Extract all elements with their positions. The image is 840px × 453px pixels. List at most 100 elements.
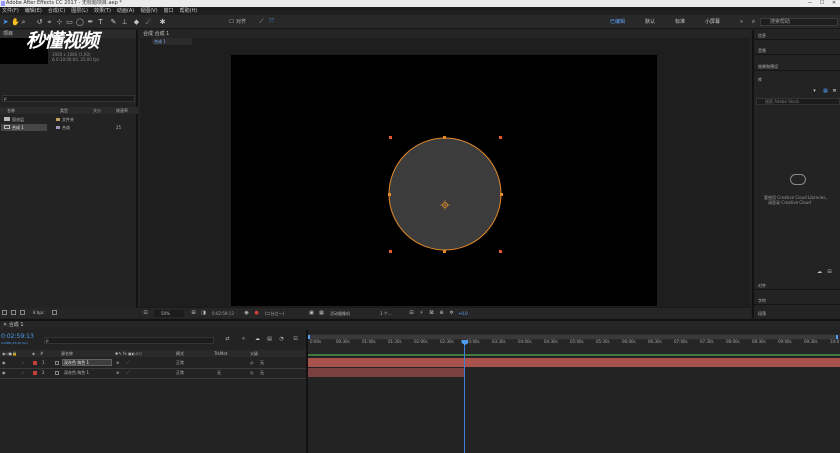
expand-arrow-icon[interactable]: › (22, 370, 24, 375)
col-size[interactable]: 大小 (93, 108, 101, 113)
layer-label-color[interactable] (33, 371, 37, 375)
timeline-tab[interactable]: ✕ 合成 1 (0, 321, 840, 329)
layer-mode[interactable]: 正常 (176, 370, 184, 375)
ellipse-tool-icon[interactable]: ◯ (76, 18, 84, 26)
camera-tool-icon[interactable]: ⌖ (46, 18, 53, 26)
maximize-button[interactable]: ☐ (817, 0, 827, 7)
delete-icon[interactable] (52, 310, 57, 315)
zoom-dropdown[interactable]: 50% (154, 310, 184, 317)
character-panel-tab[interactable]: 字符 (754, 295, 840, 305)
workspace-edited[interactable]: 已编辑 (610, 15, 625, 29)
parent-pickwhip-icon[interactable]: ◎ (250, 370, 254, 375)
cloud-sync-icon[interactable]: ☁ (816, 268, 823, 276)
path-vertex[interactable] (443, 250, 446, 253)
workspace-small-screen[interactable]: 小屏幕 (705, 15, 720, 29)
libraries-tab[interactable]: 库 (754, 75, 840, 83)
rectangle-tool-icon[interactable]: ▭ (66, 18, 73, 26)
layer-parent[interactable]: 无 (260, 360, 264, 365)
shy-switch-icon[interactable]: ⊕ (116, 370, 119, 375)
composition-tab[interactable]: 合成 合成 1 (140, 30, 750, 38)
align-panel-tab[interactable]: 对齐 (754, 280, 840, 290)
effects-presets-tab[interactable]: 效果和预设 (754, 61, 840, 71)
selection-tool-icon[interactable]: ➤ (2, 18, 9, 26)
layer-mode[interactable]: 正常 (176, 360, 184, 365)
bit-depth-label[interactable]: 8 bpc (33, 310, 44, 315)
playhead-line[interactable] (464, 340, 466, 453)
paragraph-panel-tab[interactable]: 段落 (754, 308, 840, 318)
bounding-handle[interactable] (499, 250, 502, 253)
menu-file[interactable]: 文件(F) (2, 7, 19, 15)
col-name[interactable]: 名称 (7, 108, 15, 113)
views-dropdown[interactable]: 1 个... (380, 311, 392, 316)
audio-panel-tab[interactable]: 音频 (754, 45, 840, 55)
shy-layers-icon[interactable]: ☁ (254, 335, 261, 343)
mask-visibility-icon[interactable]: ◨ (200, 309, 207, 317)
flowchart-icon[interactable]: ⊕ (438, 309, 445, 317)
reset-exposure-icon[interactable]: ✲ (448, 309, 455, 317)
pen-tool-icon[interactable]: ✒ (87, 18, 94, 26)
region-of-interest-icon[interactable]: ▣ (308, 309, 315, 317)
rotate-tool-icon[interactable]: ↺ (36, 18, 43, 26)
interpret-footage-icon[interactable] (2, 310, 7, 315)
col-type[interactable]: 类型 (60, 108, 68, 113)
new-composition-icon[interactable] (20, 310, 25, 315)
shy-switch-icon[interactable]: ⊕ (116, 360, 119, 365)
comp-viewer[interactable] (231, 55, 657, 306)
close-button[interactable]: ✕ (829, 0, 839, 7)
menu-layer[interactable]: 图层(L) (71, 7, 88, 15)
parent-pickwhip-icon[interactable]: ◎ (250, 360, 254, 365)
brush-tool-icon[interactable]: ✎ (110, 18, 117, 26)
menu-composition[interactable]: 合成(C) (48, 7, 65, 15)
menu-view[interactable]: 视图(V) (140, 7, 157, 15)
project-search-input[interactable]: ρ (2, 95, 135, 102)
col-parent[interactable]: 父级 (250, 351, 258, 356)
col-mode[interactable]: 模式 (176, 351, 184, 356)
new-folder-icon[interactable] (11, 310, 16, 315)
visibility-icon[interactable]: ◉ (2, 370, 6, 375)
path-vertex[interactable] (500, 193, 503, 196)
col-fps[interactable]: 帧速率 (116, 108, 128, 113)
fast-previews-icon[interactable]: ⚡ (418, 309, 425, 317)
info-panel-tab[interactable]: 信息 (754, 30, 840, 40)
label-color-swatch[interactable] (56, 126, 60, 129)
workspace-more[interactable]: » (740, 15, 743, 29)
menu-effect[interactable]: 效果(T) (94, 7, 111, 15)
menu-edit[interactable]: 编辑(E) (25, 7, 42, 15)
workspace-default[interactable]: 默认 (645, 15, 655, 29)
menu-window[interactable]: 窗口 (164, 7, 174, 15)
camera-dropdown[interactable]: 活动摄像机 (330, 311, 350, 316)
transparency-grid-icon[interactable]: ▦ (318, 309, 325, 317)
view-options-icon[interactable]: ⊟ (408, 309, 415, 317)
layer-row[interactable]: ◉ › 2 深灰色 纯色 1 ⊕ ／ 正常 无 ◎ 无 (0, 369, 306, 377)
clone-stamp-tool-icon[interactable]: ⊥ (121, 18, 128, 26)
comp-mini-flowchart-icon[interactable]: ⇄ (224, 335, 231, 343)
bounding-handle[interactable] (389, 136, 392, 139)
exposure-value[interactable]: +0.0 (458, 311, 468, 316)
puppet-tool-icon[interactable]: ✱ (159, 18, 166, 26)
menu-animation[interactable]: 动画(A) (117, 7, 134, 15)
label-color-swatch[interactable] (56, 118, 60, 121)
project-row[interactable]: 合成 1 合成 25 (0, 124, 138, 131)
project-row[interactable]: 固态层 文件夹 (0, 116, 138, 123)
bounding-handle[interactable] (499, 136, 502, 139)
workspace-standard[interactable]: 标准 (675, 15, 685, 29)
always-preview-icon[interactable]: ⊡ (142, 309, 149, 317)
snap-option-icon[interactable]: ⟋ (258, 18, 265, 26)
comp-current-time[interactable]: 0:02:59:13 (212, 311, 234, 316)
show-channel-icon[interactable]: ● (253, 309, 260, 317)
path-vertex[interactable] (443, 136, 446, 139)
layer-row[interactable]: ◉ › 1 深灰色 纯色 1 ⊕ ／ 正常 ◎ 无 (0, 359, 306, 367)
col-trkmat[interactable]: TrkMat (214, 351, 227, 356)
type-tool-icon[interactable]: T (97, 18, 104, 26)
ellipse-shape[interactable] (388, 137, 502, 251)
title-safe-icon[interactable]: ⊞ (190, 309, 197, 317)
library-search-input[interactable]: 搜索 Adobe Stock (756, 98, 840, 105)
col-source-name[interactable]: 源名称 (61, 351, 73, 356)
layer-duration-bar[interactable] (308, 368, 464, 377)
help-search-input[interactable]: 搜索帮助 (760, 18, 838, 26)
library-dropdown-icon[interactable]: ▾ (811, 87, 818, 95)
library-delete-icon[interactable]: ⊟ (826, 268, 833, 276)
timeline-search-input[interactable]: ρ (44, 337, 214, 344)
layer-duration-bar[interactable] (308, 358, 840, 367)
menu-help[interactable]: 帮助(H) (180, 7, 198, 15)
